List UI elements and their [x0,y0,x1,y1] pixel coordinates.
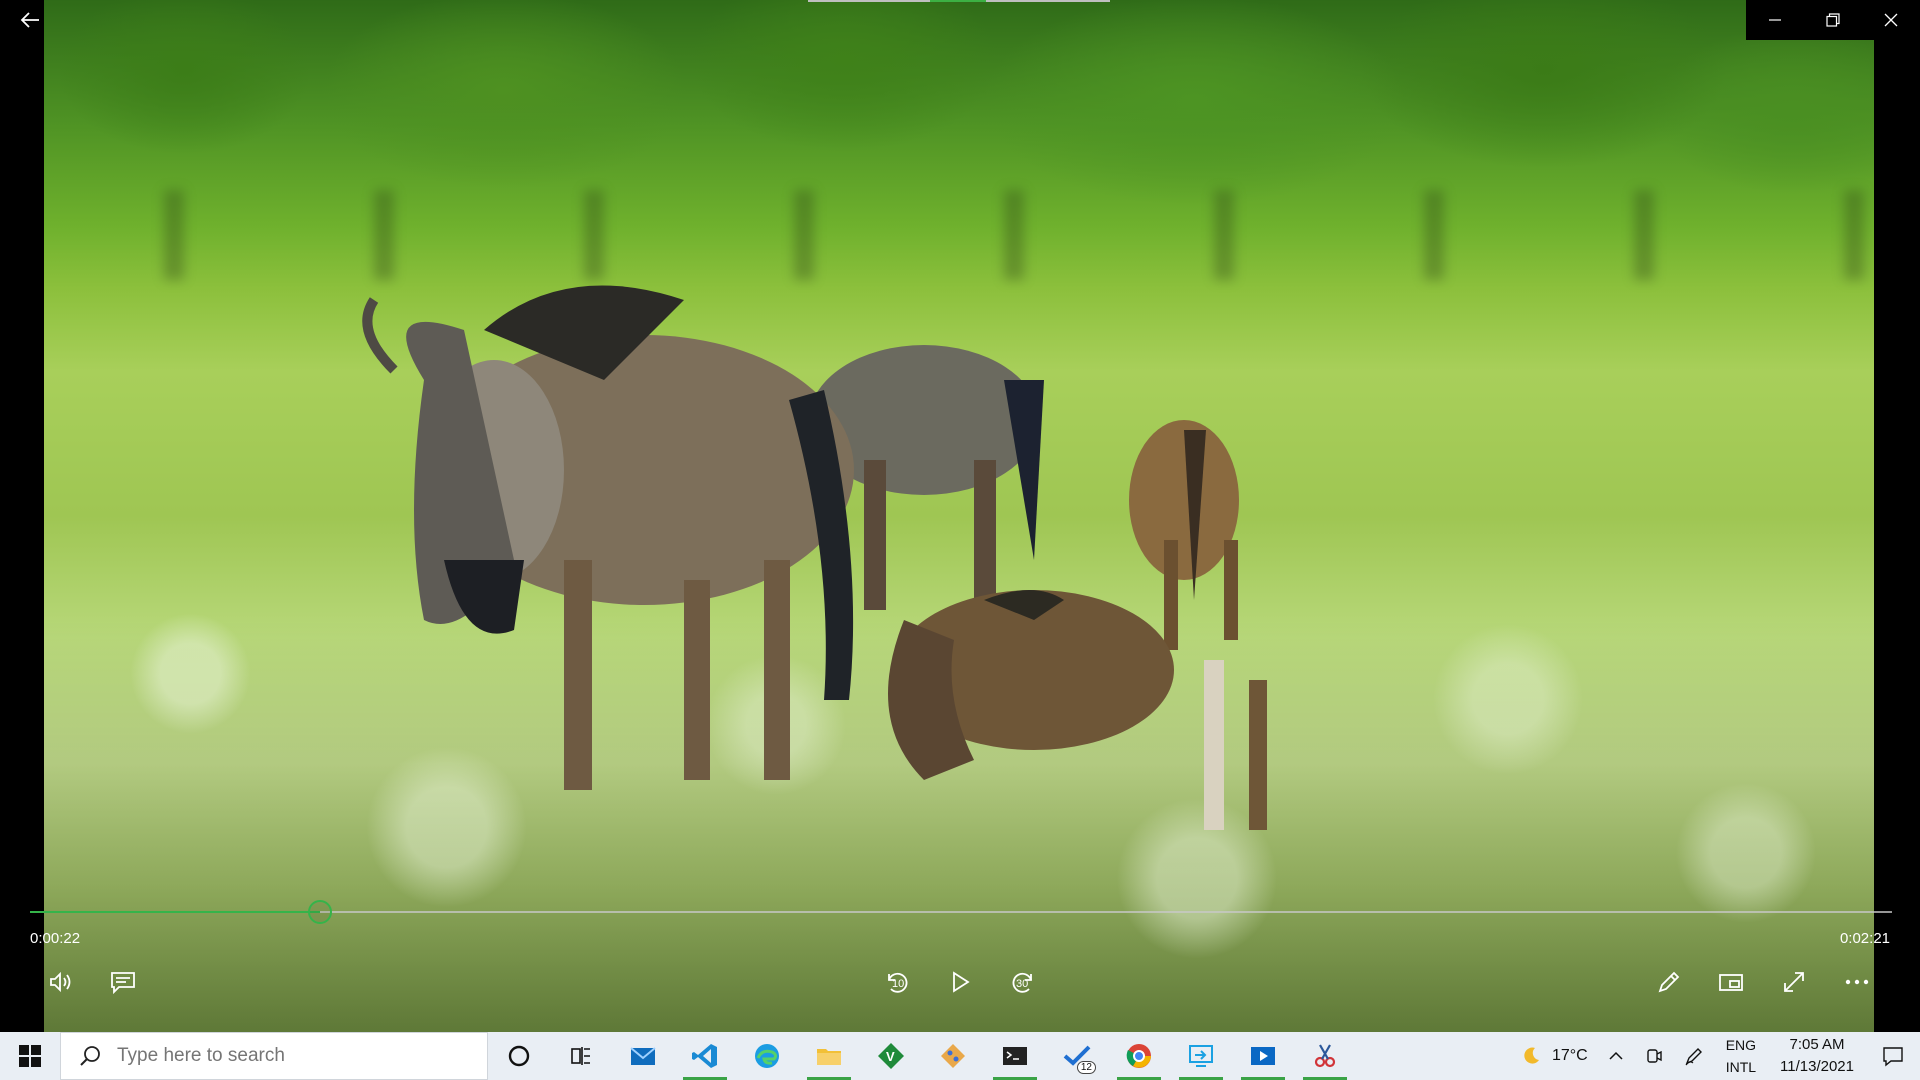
minimize-button[interactable] [1746,0,1804,40]
skip-forward-label: 30 [1016,978,1029,990]
language-secondary: INTL [1725,1059,1757,1075]
search-input[interactable] [117,1045,457,1067]
show-hidden-icons-button[interactable] [1598,1032,1634,1080]
pen-icon [1685,1048,1702,1066]
task-view-icon [571,1047,590,1065]
pencil-icon [1658,971,1680,993]
snip-sketch-app[interactable] [1294,1032,1356,1080]
edge-icon [755,1044,779,1068]
clock[interactable]: 7:05 AM 11/13/2021 [1768,1032,1866,1080]
mail-app[interactable] [612,1032,674,1080]
media-player-window: 0:00:22 0:02:21 10 30 [0,0,1920,1032]
input-language-indicator[interactable]: ENG INTL [1714,1032,1768,1080]
taskbar-search[interactable] [60,1032,488,1080]
search-icon [80,1046,100,1066]
more-options-button[interactable] [1834,964,1880,1000]
restore-button[interactable] [1804,0,1862,40]
video-frame[interactable] [44,0,1874,1032]
mail-icon [630,1047,656,1065]
meet-now-button[interactable] [1634,1032,1674,1080]
notification-icon [1883,1047,1903,1067]
skip-back-button[interactable]: 10 [874,964,920,1000]
title-bar-indicator [808,0,1110,2]
restore-icon [1826,13,1840,27]
start-button[interactable] [0,1032,60,1080]
remote-desktop-icon [1189,1045,1213,1067]
scissors-icon [1314,1044,1336,1068]
moon-icon [1524,1047,1539,1064]
task-view-button[interactable] [550,1032,612,1080]
todo-app[interactable]: 12 [1046,1032,1108,1080]
play-button[interactable] [937,964,983,1000]
edit-button[interactable] [1646,964,1692,1000]
back-button[interactable] [0,0,60,40]
pen-workspace-button[interactable] [1674,1032,1714,1080]
vscode-app[interactable] [674,1032,736,1080]
edge-app[interactable] [736,1032,798,1080]
movies-tv-app[interactable] [1232,1032,1294,1080]
back-arrow-icon [20,12,39,28]
file-explorer-app[interactable] [798,1032,860,1080]
skip-back-label: 10 [892,978,905,990]
mini-view-icon [1719,974,1743,991]
folder-icon [817,1049,841,1065]
current-time: 0:00:22 [30,930,81,947]
vscode-icon [692,1044,717,1068]
window-controls [1746,0,1920,40]
fullscreen-button[interactable] [1771,964,1817,1000]
minimize-icon [1769,19,1781,21]
system-tray: 17°C ENG INTL 7:05 AM 11/13/2021 [1510,1032,1920,1080]
remote-desktop-app[interactable] [1170,1032,1232,1080]
vim-app[interactable]: V [860,1032,922,1080]
clock-time: 7:05 AM [1789,1036,1845,1053]
volume-button[interactable] [38,964,84,1000]
taskbar: V 12 17°C [0,1032,1920,1080]
svg-text:V: V [886,1049,895,1064]
terminal-icon [1003,1047,1027,1065]
language-primary: ENG [1725,1037,1757,1053]
weather-widget[interactable]: 17°C [1510,1032,1598,1080]
wildebeest-scene [362,285,1267,830]
total-time: 0:02:21 [1839,930,1890,947]
captions-button[interactable] [100,964,146,1000]
weather-temperature: 17°C [1551,1047,1588,1064]
git-icon [941,1044,965,1068]
captions-icon [111,972,135,995]
chrome-app[interactable] [1108,1032,1170,1080]
play-icon [953,971,970,993]
camera-icon [1646,1049,1662,1063]
chrome-icon [1126,1044,1151,1068]
todo-badge: 12 [1076,1061,1096,1074]
cortana-icon [508,1045,530,1067]
seek-bar[interactable] [30,900,1892,924]
skip-forward-button[interactable]: 30 [1000,964,1046,1000]
terminal-app[interactable] [984,1032,1046,1080]
more-icon [1845,979,1869,985]
cortana-button[interactable] [488,1032,550,1080]
mini-view-button[interactable] [1708,964,1754,1000]
close-icon [1884,13,1898,27]
seek-bar-progress [30,911,321,913]
notifications-button[interactable] [1866,1032,1920,1080]
windows-logo-icon [19,1045,41,1067]
chevron-up-icon [1609,1051,1623,1060]
clock-date: 11/13/2021 [1780,1058,1854,1075]
close-button[interactable] [1862,0,1920,40]
volume-icon [50,971,71,993]
fullscreen-icon [1784,972,1804,992]
vim-icon: V [878,1043,904,1069]
movies-tv-icon [1251,1047,1275,1065]
git-app[interactable] [922,1032,984,1080]
